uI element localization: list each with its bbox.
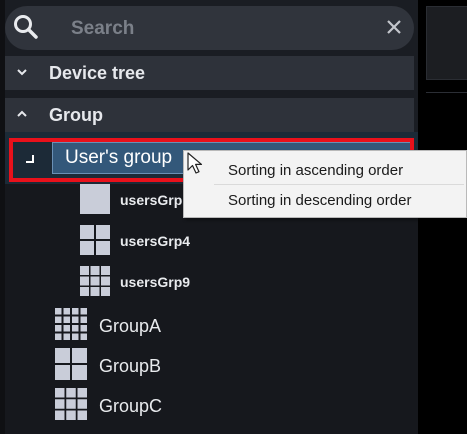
tree-item-label: usersGrp [120, 192, 183, 208]
search-icon[interactable] [13, 14, 39, 40]
mouse-cursor-icon [187, 152, 203, 174]
divider [426, 92, 467, 93]
tree-item-usersgrp[interactable]: usersGrp [80, 184, 190, 216]
tree-item-usersgrp4[interactable]: usersGrp4 [80, 225, 210, 257]
menu-item-sort-descending[interactable]: Sorting in descending order [184, 185, 466, 215]
tree-item-label: GroupA [99, 316, 162, 336]
tree-item-label: usersGrp4 [120, 233, 191, 249]
section-device-tree[interactable]: Device tree [5, 56, 414, 90]
context-menu: Sorting in ascending order Sorting in de… [183, 150, 467, 218]
search-input[interactable] [69, 14, 363, 44]
tree-item-usersgrp9[interactable]: usersGrp9 [80, 266, 210, 298]
menu-item-label: Sorting in ascending order [228, 162, 404, 179]
menu-item-sort-ascending[interactable]: Sorting in ascending order [184, 155, 466, 185]
layout-3x3-icon [55, 388, 87, 420]
section-group[interactable]: Group [5, 98, 414, 132]
chevron-down-icon [17, 69, 27, 76]
tree-item-label: GroupC [99, 396, 163, 416]
tree-item-label: usersGrp9 [120, 274, 191, 290]
tree-item-label: GroupB [99, 356, 162, 376]
tree-item-groupa[interactable]: GroupA [55, 308, 195, 342]
chevron-up-icon [17, 110, 27, 117]
viewer-tile [426, 6, 467, 80]
layout-4x4-icon [55, 308, 87, 340]
layout-3x3-icon [80, 266, 110, 296]
tree-item-groupc[interactable]: GroupC [55, 388, 195, 422]
menu-item-label: Sorting in descending order [228, 192, 412, 209]
close-icon[interactable] [385, 18, 403, 36]
layout-2x2-icon [55, 348, 87, 380]
layout-2x2-icon [80, 225, 110, 255]
section-label: Device tree [49, 63, 146, 83]
tree-item-groupb[interactable]: GroupB [55, 348, 195, 382]
layout-1x1-icon [80, 184, 110, 214]
section-label: Group [49, 105, 103, 125]
search-bar [5, 6, 414, 50]
